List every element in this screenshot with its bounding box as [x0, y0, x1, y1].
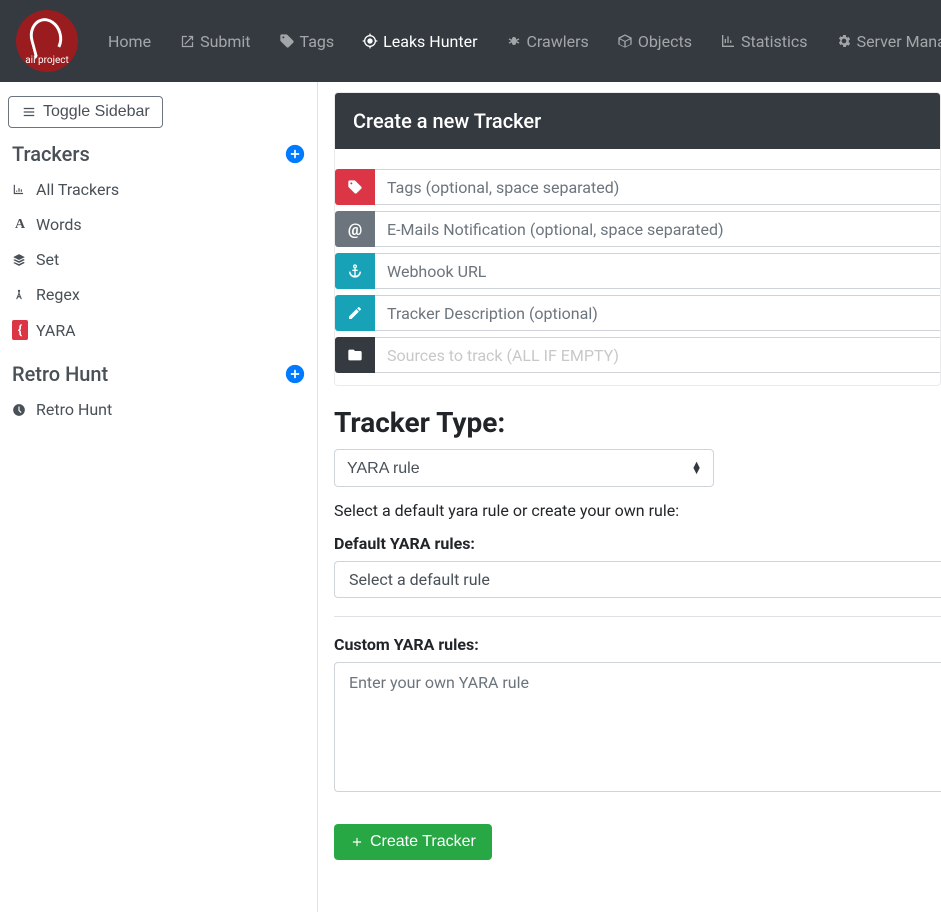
external-link-icon — [179, 33, 195, 49]
folder-icon — [335, 337, 375, 373]
align-justify-icon — [21, 105, 37, 119]
sidebar-item-label: Words — [36, 215, 82, 234]
card-header: Create a new Tracker — [335, 93, 940, 149]
nav-statistics[interactable]: Statistics — [708, 24, 820, 59]
tracker-type-select[interactable]: YARA rule — [334, 449, 714, 487]
emails-row: @ — [335, 211, 940, 247]
sidebar-item-regex[interactable]: Regex — [8, 277, 309, 312]
sidebar-item-retro-hunt[interactable]: Retro Hunt — [8, 392, 309, 427]
sidebar-trackers-title: Trackers — [12, 142, 90, 166]
sidebar-item-words[interactable]: A Words — [8, 207, 309, 242]
custom-rule-textarea[interactable] — [334, 662, 941, 792]
sidebar-item-label: All Trackers — [36, 180, 119, 199]
sidebar-section-trackers: Trackers — [8, 136, 309, 172]
webhook-row — [335, 253, 940, 289]
nav-submit[interactable]: Submit — [167, 24, 262, 59]
sidebar-item-set[interactable]: Set — [8, 242, 309, 277]
clock-icon — [12, 403, 28, 417]
nav-crawlers[interactable]: Crawlers — [494, 24, 601, 59]
sidebar-item-all-trackers[interactable]: All Trackers — [8, 172, 309, 207]
main-content: Create a new Tracker @ — [318, 82, 941, 912]
tags-icon — [279, 33, 295, 49]
cube-icon — [617, 33, 633, 49]
description-input[interactable] — [375, 295, 940, 331]
at-icon: @ — [335, 211, 375, 247]
tags-row — [335, 169, 940, 205]
nav-objects[interactable]: Objects — [605, 24, 704, 59]
default-rules-label: Default YARA rules: — [334, 534, 941, 553]
gear-icon — [836, 33, 852, 49]
sources-input[interactable] — [375, 337, 940, 373]
sidebar-item-label: YARA — [36, 321, 76, 340]
webhook-input[interactable] — [375, 253, 940, 289]
default-rule-select[interactable]: Select a default rule — [334, 561, 941, 598]
yara-brace-icon: { — [12, 320, 28, 340]
sidebar: Toggle Sidebar Trackers All Trackers A W… — [0, 82, 318, 912]
divider — [334, 616, 941, 617]
emails-input[interactable] — [375, 211, 940, 247]
create-tracker-card: Create a new Tracker @ — [334, 92, 941, 386]
tag-icon — [335, 169, 375, 205]
layers-icon — [12, 253, 28, 267]
app-logo-text: ail project — [16, 55, 78, 66]
sidebar-item-label: Regex — [36, 285, 80, 304]
toggle-sidebar-button[interactable]: Toggle Sidebar — [8, 96, 163, 128]
crosshair-icon — [362, 33, 378, 49]
nav-server-management[interactable]: Server Management — [824, 24, 941, 59]
add-tracker-icon[interactable] — [285, 144, 305, 164]
tags-input[interactable] — [375, 169, 940, 205]
compass-icon — [12, 288, 28, 302]
sidebar-item-yara[interactable]: { YARA — [8, 312, 309, 348]
description-row — [335, 295, 940, 331]
anchor-icon — [335, 253, 375, 289]
app-logo[interactable]: ail project — [16, 10, 78, 72]
tracker-type-help: Select a default yara rule or create you… — [334, 501, 941, 520]
sources-row — [335, 337, 940, 373]
tracker-type-heading: Tracker Type: — [334, 406, 941, 439]
top-navbar: ail project Home Submit Tags Leaks Hunte… — [0, 0, 941, 82]
pencil-icon — [335, 295, 375, 331]
spider-icon — [506, 33, 522, 49]
nav-home[interactable]: Home — [96, 24, 163, 59]
ruler-icon — [12, 183, 28, 197]
nav-tags[interactable]: Tags — [267, 24, 347, 59]
create-tracker-button[interactable]: Create Tracker — [334, 824, 492, 860]
chart-icon — [720, 33, 736, 49]
font-icon: A — [12, 217, 28, 233]
nav-leaks-hunter[interactable]: Leaks Hunter — [350, 24, 489, 59]
custom-rules-label: Custom YARA rules: — [334, 635, 941, 654]
sidebar-retro-title: Retro Hunt — [12, 362, 108, 386]
add-retro-icon[interactable] — [285, 364, 305, 384]
sidebar-item-label: Retro Hunt — [36, 400, 112, 419]
sidebar-item-label: Set — [36, 250, 59, 269]
sidebar-section-retro: Retro Hunt — [8, 356, 309, 392]
plus-icon — [350, 835, 364, 849]
